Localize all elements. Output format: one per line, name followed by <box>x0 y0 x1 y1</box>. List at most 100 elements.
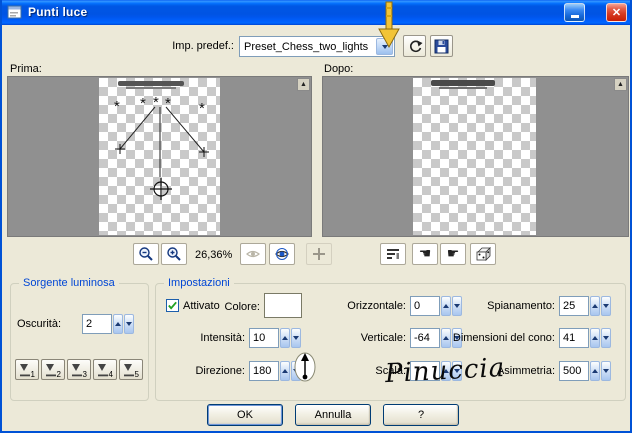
minimize-button[interactable] <box>564 3 585 22</box>
darkness-label: Oscurità: <box>17 318 62 330</box>
vertical-label: Verticale: <box>360 332 406 344</box>
lamp-icon: 1 <box>20 363 36 378</box>
preset-label: Imp. predef.: <box>172 40 234 52</box>
randomize-button[interactable] <box>470 243 496 265</box>
help-button[interactable]: ? <box>383 404 459 426</box>
panel-list-icon <box>387 249 399 259</box>
pan-arrow-icon: ▲ <box>300 81 307 88</box>
crosshair-plus-icon <box>313 248 325 260</box>
light-3-button[interactable]: 3 <box>67 359 91 380</box>
darkness-spinner <box>82 314 134 334</box>
settings-title: Impostazioni <box>164 277 234 289</box>
horizontal-label: Orizzontale: <box>347 300 406 312</box>
minimize-icon <box>570 15 579 18</box>
after-image-graphics <box>431 80 495 89</box>
eye-circle-icon <box>275 248 289 260</box>
after-label: Dopo: <box>324 63 354 75</box>
asymmetry-input[interactable] <box>559 361 589 381</box>
zoom-out-button[interactable] <box>133 243 159 265</box>
spin-down-button[interactable] <box>601 361 611 381</box>
asymmetry-spinner <box>559 361 611 381</box>
svg-text:2: 2 <box>57 370 62 378</box>
check-icon <box>168 301 177 310</box>
navigate-button[interactable] <box>306 243 332 265</box>
enabled-checkbox[interactable] <box>166 299 179 312</box>
svg-text:*: * <box>199 100 205 117</box>
before-preview[interactable]: * * * * * ▲ <box>7 76 312 237</box>
zoom-out-icon <box>139 247 153 261</box>
vertical-input[interactable] <box>410 328 440 348</box>
before-pan-button[interactable]: ▲ <box>297 78 310 91</box>
watermark-signature: Pinuccia <box>384 352 506 390</box>
direction-dial[interactable] <box>294 349 316 388</box>
reset-preset-button[interactable] <box>403 35 426 57</box>
light-4-button[interactable]: 4 <box>93 359 117 380</box>
preview-toggle-button[interactable] <box>380 243 406 265</box>
lamp-icon: 3 <box>72 363 88 378</box>
titlebar[interactable]: Punti luce ✕ <box>2 0 630 25</box>
light-5-button[interactable]: 5 <box>119 359 143 380</box>
save-icon <box>434 39 449 53</box>
svg-text:1: 1 <box>31 370 36 378</box>
horizontal-input[interactable] <box>410 296 440 316</box>
hand-pointer-icon: ☚ <box>418 246 432 262</box>
intensity-input[interactable] <box>249 328 279 348</box>
spin-up-button[interactable] <box>590 361 600 381</box>
smoothing-label: Spianamento: <box>487 300 555 312</box>
light-2-button[interactable]: 2 <box>41 359 65 380</box>
darkness-input[interactable] <box>82 314 112 334</box>
enabled-label: Attivato <box>183 300 220 312</box>
direction-dial-icon <box>294 352 316 382</box>
spin-down-button[interactable] <box>124 314 134 334</box>
spin-up-button[interactable] <box>590 296 600 316</box>
window-title: Punti luce <box>28 5 88 19</box>
hand-icon: ☛ <box>446 246 460 262</box>
spin-up-button[interactable] <box>113 314 123 334</box>
smoothing-spinner <box>559 296 611 316</box>
zoom-in-icon <box>167 247 181 261</box>
color-swatch[interactable] <box>264 293 302 318</box>
eye-icon <box>246 250 260 258</box>
save-preset-button[interactable] <box>430 35 453 57</box>
light-source-group: Sorgente luminosa <box>10 277 149 401</box>
intensity-spinner <box>249 328 301 348</box>
pan-arrow-icon: ▲ <box>617 81 624 88</box>
direction-label: Direzione: <box>195 365 245 377</box>
spin-up-button[interactable] <box>280 328 290 348</box>
light-source-title: Sorgente luminosa <box>19 277 119 289</box>
punti-luce-dialog: Punti luce ✕ Imp. predef.: Preset_Chess_… <box>0 0 632 433</box>
light-1-button[interactable]: 1 <box>15 359 39 380</box>
smoothing-input[interactable] <box>559 296 589 316</box>
preset-dropdown[interactable]: Preset_Chess_two_lights <box>239 36 395 57</box>
proof-button[interactable] <box>240 243 266 265</box>
zoom-percentage: 26,36% <box>195 249 233 261</box>
dialog-icon <box>7 4 23 20</box>
spin-down-button[interactable] <box>601 296 611 316</box>
color-label: Colore: <box>224 301 260 313</box>
reset-arrow-icon <box>409 40 422 53</box>
intensity-label: Intensità: <box>200 332 245 344</box>
dice-icon <box>476 246 491 261</box>
hand-pointer-button[interactable]: ☚ <box>412 243 438 265</box>
svg-text:5: 5 <box>135 370 140 378</box>
cone-size-input[interactable] <box>559 328 589 348</box>
auto-proof-button[interactable] <box>269 243 295 265</box>
direction-input[interactable] <box>249 361 279 381</box>
zoom-in-button[interactable] <box>161 243 187 265</box>
close-button[interactable]: ✕ <box>606 3 627 22</box>
spin-up-button[interactable] <box>280 361 290 381</box>
spin-up-button[interactable] <box>590 328 600 348</box>
svg-text:3: 3 <box>83 370 88 378</box>
hand-button[interactable]: ☛ <box>440 243 466 265</box>
lamp-icon: 4 <box>98 363 114 378</box>
spin-down-button[interactable] <box>601 328 611 348</box>
before-label: Prima: <box>10 63 42 75</box>
after-pan-button[interactable]: ▲ <box>614 78 627 91</box>
svg-text:*: * <box>114 98 120 115</box>
cone-size-spinner <box>559 328 611 348</box>
cancel-button[interactable]: Annulla <box>295 404 371 426</box>
after-preview[interactable]: ▲ <box>322 76 629 237</box>
cone-size-label: Dimensioni del cono: <box>452 332 555 344</box>
spin-down-button[interactable] <box>291 328 301 348</box>
ok-button[interactable]: OK <box>207 404 283 426</box>
